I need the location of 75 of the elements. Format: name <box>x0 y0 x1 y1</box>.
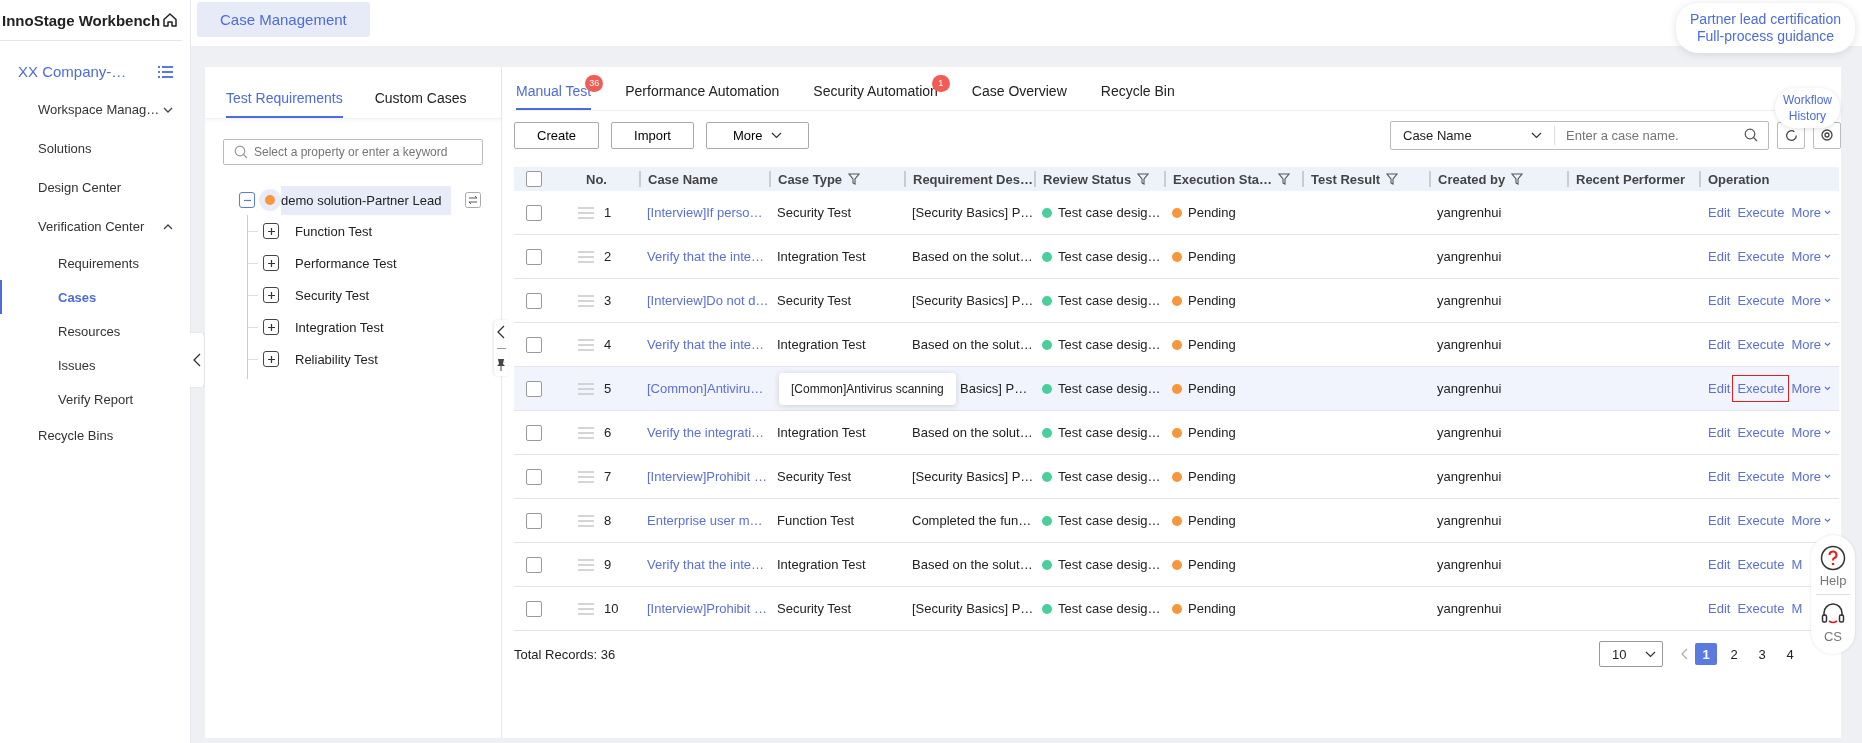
status-text: Pending <box>1188 381 1236 396</box>
workflow-text: Workflow <box>1782 92 1832 108</box>
column-header: No. <box>586 171 607 187</box>
table-cell: yangrenhui <box>1437 249 1502 264</box>
row-number: 9 <box>604 557 612 572</box>
table-cell: [Security Basics] P… <box>912 205 1034 220</box>
table-cell: Based on the solut… <box>912 337 1033 352</box>
table-cell: Integration Test <box>777 249 866 264</box>
status-text: Test case desig… <box>1058 557 1161 572</box>
status-text: Pending <box>1188 249 1236 264</box>
table-cell: [Security Basics] P… <box>912 293 1034 308</box>
table-cell: yangrenhui <box>1437 469 1502 484</box>
column-header: Case Name <box>648 171 719 187</box>
status-text: Pending <box>1188 557 1236 572</box>
status-text: Pending <box>1188 425 1236 440</box>
column-header: Case Type <box>778 171 843 187</box>
status-text: Test case desig… <box>1058 293 1161 308</box>
table-cell: Integration Test <box>777 337 866 352</box>
status-text: Test case desig… <box>1058 469 1161 484</box>
table-cell: yangrenhui <box>1437 601 1502 616</box>
status-text: Pending <box>1188 205 1236 220</box>
column-header: Execution Sta… <box>1173 171 1272 187</box>
row-number: 6 <box>604 425 612 440</box>
status-text: Pending <box>1188 469 1236 484</box>
table-cell: Security Test <box>777 601 852 616</box>
status-text: Pending <box>1188 601 1236 616</box>
table-cell: Based on the solut… <box>912 249 1033 264</box>
table-cell: [Security Basics] P… <box>912 601 1034 616</box>
total-records: Total Records: 36 <box>514 646 616 662</box>
row-number: 8 <box>604 513 612 528</box>
app-title: InnoStage Workbench <box>2 11 161 29</box>
status-text: Pending <box>1188 293 1236 308</box>
column-header: Requirement Des… <box>913 171 1033 187</box>
table-cell: yangrenhui <box>1437 293 1502 308</box>
workflow-text: History <box>1788 108 1827 124</box>
table-cell: Security Test <box>777 205 852 220</box>
tooltip: [Common]Antivirus scanning <box>779 373 956 405</box>
column-header: Recent Performer <box>1576 171 1686 187</box>
table-cell: [Security Basics] P… <box>912 469 1034 484</box>
table-cell: Basics] P… <box>960 381 1028 396</box>
node-label: demo solution-Partner Lead <box>281 185 452 215</box>
table-cell: yangrenhui <box>1437 337 1502 352</box>
column-header: Review Status <box>1043 171 1132 187</box>
row-number: 7 <box>604 469 612 484</box>
row-number: 5 <box>604 381 612 396</box>
table-cell: Integration Test <box>777 425 866 440</box>
status-text: Test case desig… <box>1058 601 1161 616</box>
column-header: Created by <box>1438 171 1506 187</box>
table-cell: Based on the solut… <box>912 425 1033 440</box>
status-text: Test case desig… <box>1058 381 1161 396</box>
table-cell: Security Test <box>777 293 852 308</box>
table-cell: Integration Test <box>777 557 866 572</box>
table-cell: yangrenhui <box>1437 425 1502 440</box>
status-text: Test case desig… <box>1058 205 1161 220</box>
status-text: Pending <box>1188 337 1236 352</box>
column-header: Operation <box>1708 171 1770 187</box>
status-text: Pending <box>1188 513 1236 528</box>
table-cell: Based on the solut… <box>912 557 1033 572</box>
row-number: 3 <box>604 293 612 308</box>
table-cell: yangrenhui <box>1437 513 1502 528</box>
status-text: Test case desig… <box>1058 337 1161 352</box>
table-cell: Security Test <box>777 469 852 484</box>
table-cell: Completed the fun… <box>912 513 1032 528</box>
status-text: Test case desig… <box>1058 513 1161 528</box>
table-cell: yangrenhui <box>1437 205 1502 220</box>
status-text: Test case desig… <box>1058 425 1161 440</box>
row-number: 10 <box>604 601 619 616</box>
row-number: 2 <box>604 249 612 264</box>
column-header: Test Result <box>1311 171 1381 187</box>
row-number: 4 <box>604 337 612 352</box>
status-text: Test case desig… <box>1058 249 1161 264</box>
table-cell: Function Test <box>777 513 855 528</box>
row-number: 1 <box>604 205 612 220</box>
table-cell: yangrenhui <box>1437 381 1502 396</box>
table-cell: yangrenhui <box>1437 557 1502 572</box>
